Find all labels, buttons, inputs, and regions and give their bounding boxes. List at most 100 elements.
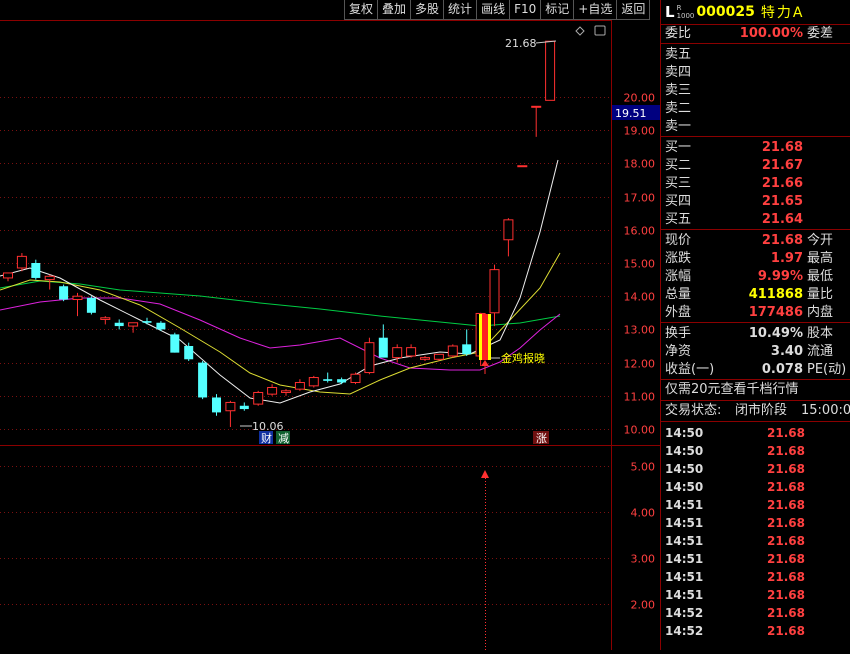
candle-body [517,165,528,168]
sell-row: 卖一 [661,118,850,136]
tick-time: 14:51 [665,534,704,548]
tick-price: 21.68 [767,606,805,620]
quote-label2: 今开 [807,233,834,248]
candle-body [503,219,514,241]
toolbar-diejia-button[interactable]: 叠加 [377,0,412,20]
quote2-label2: PE(动) [807,362,847,377]
tick-row: 14:51 21.68 [661,586,850,604]
candle-body [156,322,166,330]
window-icon [594,25,606,36]
kline-chart-area[interactable]: 10.00 11.00 12.00 13.00 14.00 15.00 16.00 17.00… [0,0,660,650]
candle-body [72,295,83,301]
quote-row: 外盘 177486 内盘 [661,304,850,322]
signal-bar-inner [482,314,488,360]
weibi-label: 委比 [665,26,692,41]
candle-body [225,401,236,412]
price-tick-label: 19.00 [624,125,656,138]
sell-label: 卖二 [665,101,692,116]
tick-time: 14:51 [665,570,704,584]
tag-jian-label: 减 [278,432,289,445]
toolbar-duogu-button[interactable]: 多股 [410,0,445,20]
quote2-value: 3.40 [770,344,803,359]
toolbar-biaoji-button[interactable]: 标记 [540,0,575,20]
tick-row: 14:52 21.68 [661,604,850,622]
tick-price: 21.68 [767,426,805,440]
tick-time: 14:50 [665,444,704,458]
tick-time: 14:51 [665,516,704,530]
toolbar-fuquan-button[interactable]: 复权 [344,0,379,20]
quote-block: 现价 21.68 今开 涨跌 1.97 最高 涨幅 9.99% 最低 总量 411868 量比 … [661,230,850,323]
tick-row: 14:51 21.68 [661,568,850,586]
candle-body [350,373,361,384]
toolbar-f10-button[interactable]: F10 [509,0,542,20]
tick-time: 14:52 [665,624,704,638]
toolbar-back-button[interactable]: 返回 [616,0,651,20]
candle-body [392,347,403,359]
candle-body [337,379,347,383]
sell-row: 卖四 [661,64,850,82]
kline-chart-svg[interactable]: 10.00 11.00 12.00 13.00 14.00 15.00 16.00 17.00… [0,0,660,650]
buy-price: 21.64 [761,212,803,227]
tick-price: 21.68 [767,552,805,566]
tick-row: 14:51 21.68 [661,532,850,550]
candle-body [86,297,96,313]
trade-status-row: 交易状态: 闭市阶段 15:00:0 [661,401,850,422]
sell-label: 卖五 [665,47,692,62]
tick-price: 21.68 [767,480,805,494]
candle-body [294,382,305,390]
buy-label: 买四 [665,194,692,209]
buy-row: 买四 21.65 [661,193,850,211]
tick-row: 14:51 21.68 [661,550,850,568]
tick-time: 14:52 [665,606,704,620]
buy-book: 买一 21.68 买二 21.67 买三 21.66 买四 21.65 买五 21.64 [661,137,850,230]
sell-book: 卖五 卖四 卖三 卖二 卖一 [661,44,850,137]
candle-body [323,379,333,381]
tick-price: 21.68 [767,624,805,638]
tick-price: 21.68 [767,462,805,476]
buy-price: 21.65 [761,194,803,209]
candle-body [433,353,444,360]
candle-body [406,347,417,357]
price-tick-label: 16.00 [624,225,656,238]
tick-row: 14:50 21.68 [661,442,850,460]
quote-label2: 最低 [807,269,834,284]
lower-tick-label: 2.00 [631,599,656,612]
candle-body [462,344,472,355]
candle-body [267,387,278,395]
sell-label: 卖三 [665,83,692,98]
trade-status-time: 15:00:0 [801,403,850,418]
price-tick-label: 18.00 [624,158,656,171]
tick-row: 14:50 21.68 [661,478,850,496]
candle-body [128,322,139,327]
tag-cai-label: 财 [261,431,272,445]
quote2-row: 净资 3.40 流通 [661,343,850,361]
candle-body [308,377,319,387]
toolbar-huaxian-button[interactable]: 画线 [476,0,511,20]
buy-price: 21.68 [761,140,803,155]
quote2-label2: 股本 [807,326,834,341]
ma5-line [0,159,559,404]
tick-row: 14:52 21.68 [661,622,850,640]
candle-body [531,105,542,108]
market-sup: R 1000 [677,4,695,20]
buy-price: 21.66 [761,176,803,191]
quote-value: 1.97 [770,251,803,266]
quote-panel: L R 1000 000025 特力A 委比 100.00% 委差 卖五 卖四 … [660,0,850,650]
candle-body [212,397,221,413]
buy-price: 21.67 [761,158,803,173]
tick-price: 21.68 [767,588,805,602]
quote-row: 涨幅 9.99% 最低 [661,268,850,286]
buy-label: 买五 [665,212,692,227]
tick-price: 21.68 [767,498,805,512]
buy-row: 买二 21.67 [661,157,850,175]
candle-body [489,269,500,314]
lower-tick-label: 4.00 [631,507,656,520]
promo-text[interactable]: 仅需20元查看千档行情 [665,380,799,400]
promo-row[interactable]: 仅需20元查看千档行情 [661,380,850,401]
toolbar-tongji-button[interactable]: 统计 [443,0,478,20]
toolbar-add-watchlist-button[interactable]: +自选 [573,0,618,20]
tick-list: 14:50 21.68 14:50 21.68 14:50 21.68 14:50 21… [661,422,850,640]
quote-row: 现价 21.68 今开 [661,232,850,250]
trade-status-value: 闭市阶段 [735,403,788,418]
candle-body [44,275,55,281]
